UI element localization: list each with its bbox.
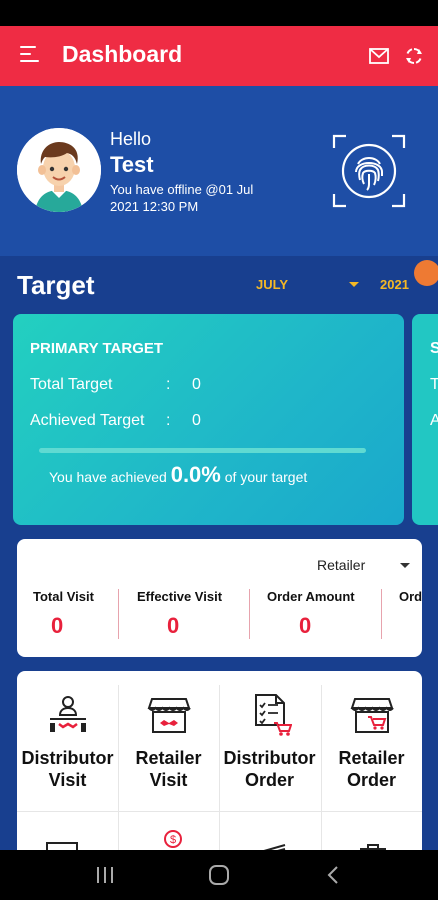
divider	[381, 589, 382, 639]
greeting: Hello	[110, 129, 152, 149]
system-navigation-bar	[0, 850, 438, 900]
avatar-illustration	[17, 128, 101, 212]
svg-text:$: $	[170, 834, 176, 846]
tile-label-line2: Order	[244, 770, 295, 790]
distributor-order-icon	[254, 694, 292, 736]
mail-icon[interactable]	[369, 48, 389, 64]
tile-label-line2: Visit	[48, 770, 87, 790]
secondary-target-row1: T	[430, 376, 438, 393]
tile-label-line2: Order	[346, 770, 397, 790]
tile-label: Distributor Order	[220, 747, 319, 791]
retailer-visit-tile[interactable]: Retailer Visit	[119, 685, 218, 811]
retailer-order-tile[interactable]: Retailer Order	[322, 685, 421, 811]
tile-label-line1: Distributor	[223, 748, 316, 768]
app-bar: Dashboard	[0, 26, 438, 86]
chevron-down-icon[interactable]	[349, 282, 359, 287]
home-icon[interactable]	[208, 865, 230, 885]
achieved-target-label: Achieved Target	[30, 412, 145, 429]
page-title: Dashboard	[62, 41, 183, 67]
video-badge-icon[interactable]	[414, 260, 438, 286]
avatar[interactable]	[17, 128, 101, 212]
visit-stat-label: Total Visit	[33, 589, 94, 604]
visit-stat-value: 0	[51, 613, 64, 638]
primary-target-card[interactable]: PRIMARY TARGET Total Target : 0 Achieved…	[13, 314, 404, 525]
distributor-order-tile[interactable]: Distributor Order	[220, 685, 319, 811]
dashboard-content: Target JULY 2021 PRIMARY TARGET Total Ta…	[0, 256, 438, 861]
visit-stat-value: 0	[299, 613, 312, 638]
tile-label-line1: Retailer	[135, 748, 202, 768]
retailer-order-icon	[350, 698, 394, 733]
chevron-down-icon[interactable]	[400, 563, 410, 568]
secondary-target-title: S	[430, 340, 438, 357]
visit-stat[interactable]: Effective Visit 0	[137, 589, 257, 645]
achieved-target-value: 0	[192, 412, 201, 429]
visit-stat-label: Effective Visit	[137, 589, 223, 604]
tile-label-line1: Retailer	[338, 748, 405, 768]
tile-label: Retailer Visit	[119, 747, 218, 791]
target-progress-bar	[39, 448, 366, 453]
achieved-percent: 0.0%	[170, 462, 221, 487]
visit-summary-card: Retailer Total Visit 0 Effective Visit 0…	[17, 539, 422, 657]
achieved-prefix: You have achieved	[49, 469, 167, 485]
tile-label: Distributor Visit	[18, 747, 117, 791]
achieved-summary: You have achieved 0.0% of your target	[49, 462, 307, 488]
visit-stat[interactable]: Order Amount 0	[267, 589, 387, 645]
retailer-dropdown[interactable]: Retailer	[317, 557, 365, 573]
sync-icon[interactable]	[404, 46, 424, 66]
target-title: Target	[17, 270, 95, 300]
quick-actions-grid: Distributor Visit Retailer Visit Distrib…	[17, 671, 422, 861]
fingerprint-icon[interactable]	[332, 134, 406, 208]
achieved-suffix: of your target	[224, 469, 308, 485]
visit-stat-label: Ord	[399, 589, 422, 604]
primary-target-title: PRIMARY TARGET	[30, 340, 164, 357]
status-bar	[0, 0, 438, 26]
retailer-visit-icon	[147, 698, 191, 733]
tile-label: Retailer Order	[322, 747, 421, 791]
divider	[249, 589, 250, 639]
user-name: Test	[110, 152, 154, 177]
divider	[17, 811, 422, 812]
tile-label-line1: Distributor	[21, 748, 114, 768]
total-target-label: Total Target	[30, 376, 113, 393]
month-dropdown[interactable]: JULY	[256, 277, 288, 292]
total-target-value: 0	[192, 376, 201, 393]
recent-apps-icon[interactable]	[95, 866, 115, 884]
tile-label-line2: Visit	[149, 770, 188, 790]
distributor-visit-icon	[49, 696, 86, 732]
visit-stat-label: Order Amount	[267, 589, 355, 604]
offline-status: You have offline @01 Jul 2021 12:30 PM	[110, 182, 254, 214]
visit-stat-value: 0	[167, 613, 180, 638]
menu-icon[interactable]	[20, 46, 40, 64]
back-icon[interactable]	[326, 865, 340, 885]
total-target-colon: :	[166, 376, 171, 393]
divider	[118, 589, 119, 639]
year-dropdown[interactable]: 2021	[380, 277, 409, 292]
achieved-target-colon: :	[166, 412, 171, 429]
visit-stat[interactable]: Ord	[399, 589, 422, 645]
visit-stat[interactable]: Total Visit 0	[33, 589, 123, 645]
secondary-target-row2: A	[430, 412, 438, 429]
profile-header: Hello Test You have offline @01 Jul 2021…	[0, 86, 438, 256]
distributor-visit-tile[interactable]: Distributor Visit	[18, 685, 117, 811]
